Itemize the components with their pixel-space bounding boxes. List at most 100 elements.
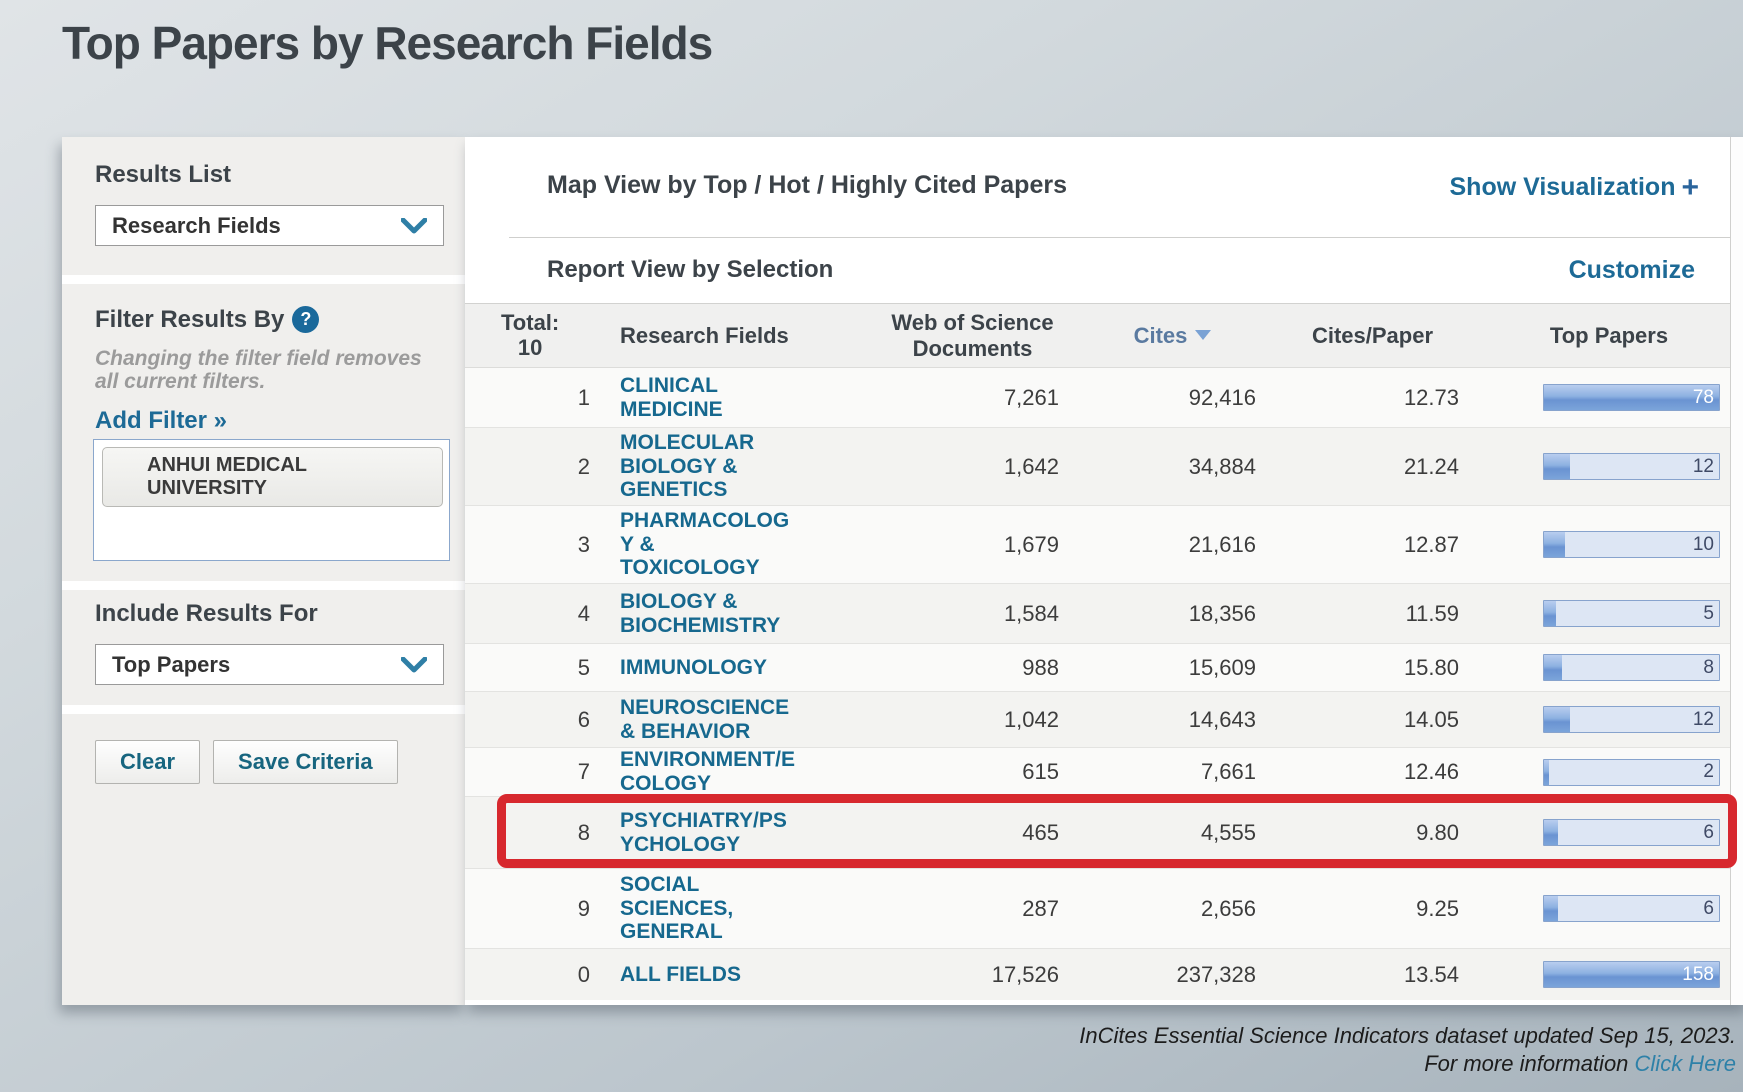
wos-documents-cell: 988 (870, 655, 1075, 681)
field-cell: BIOLOGY &BIOCHEMISTRY (620, 590, 870, 638)
top-papers-bar-fill (1544, 707, 1570, 732)
results-list-dropdown[interactable]: Research Fields (95, 205, 444, 246)
cites-cell: 237,328 (1075, 962, 1270, 988)
field-link[interactable]: NEUROSCIENCE& BEHAVIOR (620, 696, 789, 744)
table-row: 7ENVIRONMENT/ECOLOGY6157,66112.462 (465, 747, 1743, 796)
column-header-cites-sorted[interactable]: Cites (1075, 323, 1270, 349)
sort-descending-icon (1195, 330, 1211, 340)
top-papers-cell: 12 (1475, 453, 1743, 480)
column-header-top-papers[interactable]: Top Papers (1475, 323, 1743, 349)
field-cell: NEUROSCIENCE& BEHAVIOR (620, 696, 870, 744)
plus-icon: + (1681, 171, 1699, 204)
wos-documents-cell: 17,526 (870, 962, 1075, 988)
table-body: 1CLINICALMEDICINE7,26192,41612.73782MOLE… (465, 368, 1743, 1000)
field-link[interactable]: BIOLOGY &BIOCHEMISTRY (620, 590, 780, 638)
top-papers-cell: 8 (1475, 654, 1743, 681)
table-row: 4BIOLOGY &BIOCHEMISTRY1,58418,35611.595 (465, 583, 1743, 643)
field-link[interactable]: PSYCHIATRY/PSYCHOLOGY (620, 809, 787, 857)
table-row: 9SOCIALSCIENCES,GENERAL2872,6569.256 (465, 868, 1743, 948)
field-link[interactable]: IMMUNOLOGY (620, 656, 767, 680)
table-row: 5IMMUNOLOGY98815,60915.808 (465, 643, 1743, 691)
column-header-wos-documents[interactable]: Web of Science Documents (870, 310, 1075, 361)
clear-button[interactable]: Clear (95, 740, 200, 784)
top-papers-bar: 12 (1543, 706, 1720, 733)
save-criteria-button[interactable]: Save Criteria (213, 740, 398, 784)
cites-per-paper-cell: 21.24 (1270, 454, 1475, 480)
top-papers-bar: 158 (1543, 961, 1720, 988)
cites-per-paper-cell: 9.25 (1270, 896, 1475, 922)
rank-cell: 7 (465, 759, 620, 785)
top-papers-bar-fill (1544, 760, 1549, 785)
top-papers-value: 12 (1693, 456, 1714, 478)
table-header-row: Total:10 Research Fields Web of Science … (465, 303, 1743, 368)
rank-cell: 5 (465, 655, 620, 681)
show-visualization-link[interactable]: Show Visualization+ (1450, 171, 1700, 205)
cites-cell: 21,616 (1075, 532, 1270, 558)
customize-link[interactable]: Customize (1569, 256, 1695, 285)
more-info-note: For more information Click Here (1079, 1050, 1736, 1078)
cites-per-paper-cell: 12.73 (1270, 385, 1475, 411)
include-results-heading: Include Results For (95, 600, 445, 628)
click-here-link[interactable]: Click Here (1635, 1051, 1736, 1076)
total-value: 10 (518, 335, 542, 360)
wos-documents-cell: 1,642 (870, 454, 1075, 480)
include-results-dropdown[interactable]: Top Papers (95, 644, 444, 685)
rank-cell: 9 (465, 896, 620, 922)
top-papers-value: 6 (1703, 822, 1714, 844)
field-link[interactable]: CLINICALMEDICINE (620, 374, 723, 422)
field-cell: IMMUNOLOGY (620, 656, 870, 680)
top-papers-value: 6 (1703, 898, 1714, 920)
dataset-updated-note: InCites Essential Science Indicators dat… (1079, 1022, 1736, 1050)
main-panel: Map View by Top / Hot / Highly Cited Pap… (465, 137, 1743, 1005)
field-link[interactable]: PHARMACOLOGY &TOXICOLOGY (620, 509, 789, 581)
top-papers-value: 10 (1693, 534, 1714, 556)
chevron-down-icon (401, 657, 427, 673)
cites-cell: 2,656 (1075, 896, 1270, 922)
map-view-title: Map View by Top / Hot / Highly Cited Pap… (547, 171, 1450, 200)
cites-per-paper-cell: 11.59 (1270, 601, 1475, 627)
field-link[interactable]: ALL FIELDS (620, 963, 741, 987)
field-cell: MOLECULARBIOLOGY &GENETICS (620, 431, 870, 503)
field-link[interactable]: SOCIALSCIENCES,GENERAL (620, 873, 733, 945)
rank-cell: 1 (465, 385, 620, 411)
table-row: 3PHARMACOLOGY &TOXICOLOGY 1,67921,61612.8… (465, 505, 1743, 583)
column-header-cites-per-paper[interactable]: Cites/Paper (1270, 323, 1475, 349)
section-divider (62, 275, 465, 284)
actions-section: Clear Save Criteria (62, 714, 465, 1005)
scrollbar-track[interactable] (1730, 137, 1743, 1005)
rank-cell: 2 (465, 454, 620, 480)
field-link[interactable]: ENVIRONMENT/ECOLOGY (620, 748, 795, 796)
cites-per-paper-cell: 14.05 (1270, 707, 1475, 733)
top-papers-cell: 10 (1475, 531, 1743, 558)
rank-cell: 3 (465, 532, 620, 558)
field-cell: PSYCHIATRY/PSYCHOLOGY (620, 809, 870, 857)
cites-cell: 18,356 (1075, 601, 1270, 627)
content-area: Results List Research Fields Filter Resu… (62, 137, 1743, 1005)
sidebar: Results List Research Fields Filter Resu… (62, 137, 465, 1005)
help-icon[interactable]: ? (292, 306, 319, 333)
cites-per-paper-cell: 12.46 (1270, 759, 1475, 785)
top-papers-value: 2 (1703, 761, 1714, 783)
wos-documents-cell: 1,679 (870, 532, 1075, 558)
top-papers-bar: 78 (1543, 384, 1720, 411)
cites-cell: 15,609 (1075, 655, 1270, 681)
footer: InCites Essential Science Indicators dat… (1079, 1022, 1736, 1078)
results-list-section: Results List Research Fields (62, 137, 465, 275)
column-header-research-fields[interactable]: Research Fields (620, 323, 870, 349)
field-link[interactable]: MOLECULARBIOLOGY &GENETICS (620, 431, 754, 503)
top-papers-bar-fill (1544, 820, 1558, 845)
cites-cell: 92,416 (1075, 385, 1270, 411)
results-table: Total:10 Research Fields Web of Science … (465, 303, 1743, 1000)
filter-listbox[interactable]: ANHUI MEDICAL UNIVERSITY (93, 439, 450, 561)
top-papers-bar: 10 (1543, 531, 1720, 558)
section-divider (62, 705, 465, 714)
wos-documents-cell: 1,584 (870, 601, 1075, 627)
add-filter-link[interactable]: Add Filter » (95, 407, 227, 435)
field-cell: ALL FIELDS (620, 963, 870, 987)
top-papers-bar: 2 (1543, 759, 1720, 786)
chevron-down-icon (401, 218, 427, 234)
filter-item[interactable]: ANHUI MEDICAL UNIVERSITY (102, 447, 443, 507)
top-papers-cell: 6 (1475, 819, 1743, 846)
table-row: 0ALL FIELDS17,526237,32813.54158 (465, 948, 1743, 1000)
cites-per-paper-cell: 12.87 (1270, 532, 1475, 558)
